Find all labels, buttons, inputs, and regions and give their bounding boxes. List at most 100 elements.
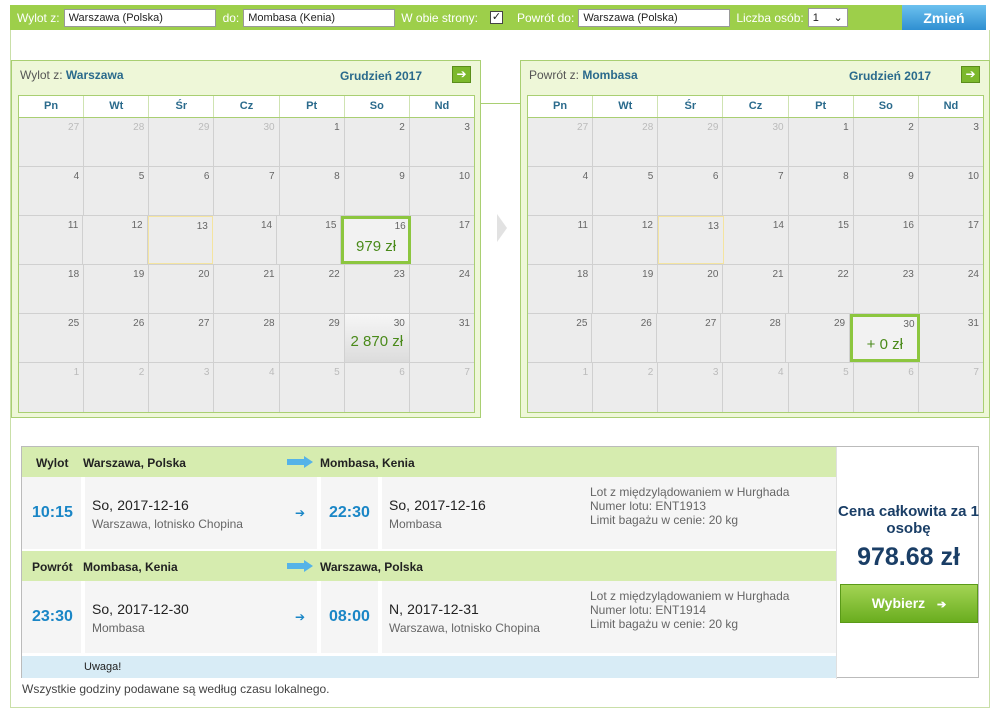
calendar-day[interactable]: 8 bbox=[788, 167, 854, 215]
to-input[interactable] bbox=[243, 8, 396, 27]
calendar-day[interactable]: 27 bbox=[656, 314, 722, 362]
return-header: Powrót Mombasa, Kenia Warszawa, Polska bbox=[22, 551, 836, 581]
calendar-day[interactable]: 4 bbox=[19, 167, 85, 215]
day-number: 29 bbox=[328, 318, 340, 329]
calendar-day[interactable]: 9 bbox=[853, 167, 919, 215]
calendar-day[interactable]: 6 bbox=[149, 167, 215, 215]
calendar-day[interactable]: 11 bbox=[528, 216, 593, 264]
return-input[interactable] bbox=[578, 8, 731, 27]
calendar-day[interactable]: 28 bbox=[214, 314, 280, 362]
divider bbox=[317, 581, 321, 653]
calendar-day[interactable]: 21 bbox=[214, 265, 280, 313]
calendar-day[interactable]: 17 bbox=[410, 216, 474, 264]
day-number: 23 bbox=[902, 269, 914, 280]
calendar-day[interactable]: 14 bbox=[212, 216, 278, 264]
calendar-day[interactable]: 28 bbox=[721, 314, 786, 362]
outbound-header: Wylot Warszawa, Polska Mombasa, Kenia bbox=[22, 447, 836, 477]
calendar-day[interactable]: 24 bbox=[409, 265, 474, 313]
calendar-day[interactable]: 12 bbox=[593, 216, 658, 264]
calendar-day[interactable]: 24 bbox=[918, 265, 983, 313]
calendar-day: 1 bbox=[19, 363, 85, 412]
calendar-day[interactable]: 20 bbox=[149, 265, 215, 313]
calendar-day[interactable]: 19 bbox=[84, 265, 150, 313]
calendar-day[interactable]: 25 bbox=[19, 314, 85, 362]
calendar-day[interactable]: 23 bbox=[853, 265, 919, 313]
calendar-day[interactable]: 7 bbox=[723, 167, 789, 215]
calendar-day[interactable]: 3 bbox=[409, 118, 474, 166]
calendar-day[interactable]: 19 bbox=[593, 265, 659, 313]
calendar-day: 28 bbox=[84, 118, 150, 166]
calendar-day: 30 bbox=[214, 118, 280, 166]
calendar-day-selected[interactable]: 30 + 0 zł bbox=[850, 314, 920, 362]
calendar-day[interactable]: 29 bbox=[279, 314, 345, 362]
calendar-day[interactable]: 11 bbox=[19, 216, 84, 264]
calendar-day-selected[interactable]: 16 979 zł bbox=[341, 216, 411, 264]
calendar-day[interactable]: 5 bbox=[593, 167, 659, 215]
calendar-day[interactable]: 10 bbox=[918, 167, 983, 215]
calendar-day[interactable]: 15 bbox=[277, 216, 342, 264]
from-input[interactable] bbox=[63, 8, 216, 27]
calendar-day[interactable]: 6 bbox=[658, 167, 724, 215]
return-departure-place: Mombasa bbox=[92, 621, 145, 635]
calendar-day[interactable]: 10 bbox=[409, 167, 474, 215]
calendar-day[interactable]: 18 bbox=[19, 265, 85, 313]
calendar-day[interactable]: 17 bbox=[919, 216, 983, 264]
outbound-arrival-date: So, 2017-12-16 bbox=[389, 497, 486, 514]
calendar-day[interactable]: 23 bbox=[344, 265, 410, 313]
next-month-arrow-icon[interactable]: ➔ bbox=[961, 66, 980, 83]
calendar-day[interactable]: 16 bbox=[854, 216, 919, 264]
day-number: 31 bbox=[967, 318, 979, 329]
persons-select[interactable]: 1 ⌄ bbox=[807, 8, 848, 27]
calendar-day[interactable]: 22 bbox=[788, 265, 854, 313]
calendar-title-prefix: Wylot z: bbox=[20, 68, 63, 82]
day-number: 18 bbox=[68, 269, 80, 280]
calendar-day[interactable]: 27 bbox=[149, 314, 215, 362]
calendar-title-prefix: Powrót z: bbox=[529, 68, 580, 82]
calendar-day[interactable]: 2 bbox=[344, 118, 410, 166]
calendar-day[interactable]: 31 bbox=[409, 314, 474, 362]
calendar-day[interactable]: 18 bbox=[528, 265, 594, 313]
total-price: 978.68 zł bbox=[857, 543, 960, 571]
calendar-day[interactable]: 26 bbox=[84, 314, 150, 362]
calendar-day[interactable]: 30 2 870 zł bbox=[344, 314, 410, 362]
calendar-day[interactable]: 12 bbox=[83, 216, 148, 264]
select-button-label: Wybierz bbox=[871, 595, 926, 611]
calendar-day[interactable]: 5 bbox=[84, 167, 150, 215]
select-button[interactable]: Wybierz ➔ bbox=[840, 584, 978, 623]
calendar-day[interactable]: 1 bbox=[788, 118, 854, 166]
calendar-day[interactable]: 13 bbox=[147, 216, 213, 264]
day-price: 2 870 zł bbox=[350, 333, 404, 350]
flight-number: Numer lotu: ENT1913 bbox=[590, 499, 707, 513]
calendar-day[interactable]: 25 bbox=[528, 314, 593, 362]
calendar-day[interactable]: 22 bbox=[279, 265, 345, 313]
calendar-day[interactable]: 13 bbox=[658, 216, 724, 264]
day-number: 16 bbox=[902, 220, 914, 231]
calendar-day[interactable]: 1 bbox=[279, 118, 345, 166]
outbound-departure-place: Warszawa, lotnisko Chopina bbox=[92, 517, 243, 531]
calendar-day[interactable]: 2 bbox=[853, 118, 919, 166]
calendar-day: 3 bbox=[658, 363, 724, 412]
calendar-day[interactable]: 21 bbox=[723, 265, 789, 313]
calendar-day[interactable]: 31 bbox=[919, 314, 983, 362]
outbound-from: Warszawa, Polska bbox=[83, 456, 186, 470]
calendar-day[interactable]: 7 bbox=[214, 167, 280, 215]
calendar-day[interactable]: 9 bbox=[344, 167, 410, 215]
warning-text[interactable]: Uwaga! bbox=[84, 661, 121, 673]
calendar-day[interactable]: 20 bbox=[658, 265, 724, 313]
calendar-day[interactable]: 15 bbox=[789, 216, 854, 264]
weekday-label: Cz bbox=[723, 96, 789, 117]
calendar-day[interactable]: 3 bbox=[918, 118, 983, 166]
outbound-flight-info: Lot z międzylądowaniem w Hurghada Numer … bbox=[590, 485, 789, 527]
next-month-arrow-icon[interactable]: ➔ bbox=[452, 66, 471, 83]
calendar-month: Grudzień 2017 bbox=[339, 69, 422, 83]
calendar-day[interactable]: 14 bbox=[724, 216, 789, 264]
calendar-day[interactable]: 4 bbox=[528, 167, 594, 215]
calendar-day[interactable]: 26 bbox=[592, 314, 657, 362]
both-ways-checkbox[interactable]: ✓ bbox=[489, 11, 503, 24]
return-flight-row[interactable]: 23:30 So, 2017-12-30 Mombasa ➔ 08:00 N, … bbox=[22, 581, 836, 653]
outbound-flight-row[interactable]: 10:15 So, 2017-12-16 Warszawa, lotnisko … bbox=[22, 477, 836, 549]
day-number: 28 bbox=[642, 122, 654, 133]
calendar-day[interactable]: 29 bbox=[785, 314, 851, 362]
calendar-day[interactable]: 8 bbox=[279, 167, 345, 215]
change-button[interactable]: Zmień bbox=[902, 5, 986, 30]
